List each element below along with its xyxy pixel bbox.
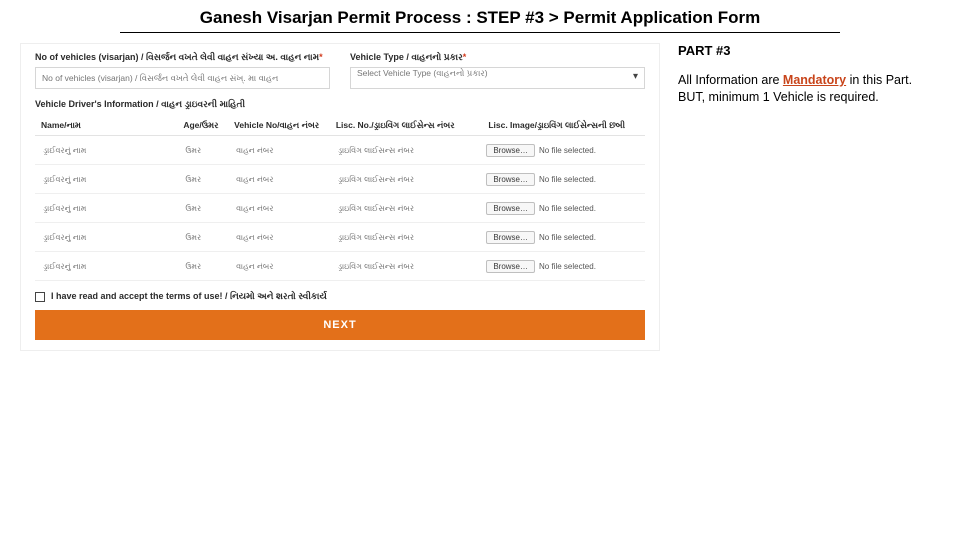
driver-table: Name/નામ Age/ઉમર Vehicle No/વાહન નંબર Li… — [35, 116, 645, 281]
driver-name-input[interactable] — [39, 227, 173, 247]
driver-age-input[interactable] — [181, 169, 224, 189]
col-licence-image: Lisc. Image/ડ્રાઇવિંગ લાઈસેન્સની છબી — [482, 116, 645, 136]
no-file-label: No file selected. — [539, 262, 596, 271]
no-file-label: No file selected. — [539, 146, 596, 155]
content-wrap: No of vehicles (visarjan) / વિસર્જન વખતે… — [0, 43, 960, 351]
browse-button[interactable]: Browse… — [486, 173, 535, 186]
col-age: Age/ઉમર — [177, 116, 228, 136]
col-name: Name/નામ — [35, 116, 177, 136]
top-row: No of vehicles (visarjan) / વિસર્જન વખતે… — [35, 52, 645, 89]
driver-age-input[interactable] — [181, 140, 224, 160]
browse-button[interactable]: Browse… — [486, 260, 535, 273]
required-asterisk: * — [463, 52, 467, 62]
no-file-label: No file selected. — [539, 233, 596, 242]
mandatory-word: Mandatory — [783, 73, 846, 87]
terms-row: I have read and accept the terms of use!… — [35, 291, 645, 302]
no-file-label: No file selected. — [539, 175, 596, 184]
licence-no-input[interactable] — [334, 198, 479, 218]
browse-button[interactable]: Browse… — [486, 202, 535, 215]
vehicle-count-label: No of vehicles (visarjan) / વિસર્જન વખતે… — [35, 52, 330, 63]
table-row: Browse… No file selected. — [35, 223, 645, 252]
vehicle-type-label-text: Vehicle Type / વાહનનો પ્રકાર — [350, 52, 463, 62]
terms-label: I have read and accept the terms of use!… — [51, 291, 327, 302]
vehicle-type-selected: Select Vehicle Type (વાહનનો પ્રકાર) — [357, 68, 488, 78]
table-row: Browse… No file selected. — [35, 252, 645, 281]
vehicle-count-group: No of vehicles (visarjan) / વિસર્જન વખતે… — [35, 52, 330, 89]
browse-button[interactable]: Browse… — [486, 144, 535, 157]
driver-info-heading: Vehicle Driver's Information / વાહન ડ્રા… — [35, 99, 645, 110]
table-row: Browse… No file selected. — [35, 165, 645, 194]
side-text-a: All Information are — [678, 73, 783, 87]
vehicle-no-input[interactable] — [232, 198, 326, 218]
required-asterisk: * — [319, 52, 323, 62]
col-vehicle-no: Vehicle No/વાહન નંબર — [228, 116, 330, 136]
driver-age-input[interactable] — [181, 256, 224, 276]
licence-no-input[interactable] — [334, 140, 479, 160]
form-panel: No of vehicles (visarjan) / વિસર્જન વખતે… — [20, 43, 660, 351]
side-notes: PART #3 All Information are Mandatory in… — [660, 43, 940, 106]
terms-checkbox[interactable] — [35, 292, 45, 302]
driver-age-input[interactable] — [181, 198, 224, 218]
driver-name-input[interactable] — [39, 140, 173, 160]
col-licence-no: Lisc. No./ડ્રાઇવિંગ લાઈસેન્સ નંબર — [330, 116, 483, 136]
licence-no-input[interactable] — [334, 256, 479, 276]
no-file-label: No file selected. — [539, 204, 596, 213]
table-header-row: Name/નામ Age/ઉમર Vehicle No/વાહન નંબર Li… — [35, 116, 645, 136]
driver-name-input[interactable] — [39, 198, 173, 218]
vehicle-no-input[interactable] — [232, 140, 326, 160]
vehicle-no-input[interactable] — [232, 169, 326, 189]
vehicle-count-input[interactable] — [35, 67, 330, 89]
vehicle-no-input[interactable] — [232, 256, 326, 276]
licence-no-input[interactable] — [334, 227, 479, 247]
driver-name-input[interactable] — [39, 169, 173, 189]
side-note-text: All Information are Mandatory in this Pa… — [678, 72, 922, 106]
licence-no-input[interactable] — [334, 169, 479, 189]
table-row: Browse… No file selected. — [35, 136, 645, 165]
next-button[interactable]: NEXT — [35, 310, 645, 340]
part-heading: PART #3 — [678, 43, 922, 58]
browse-button[interactable]: Browse… — [486, 231, 535, 244]
table-row: Browse… No file selected. — [35, 194, 645, 223]
page-title: Ganesh Visarjan Permit Process : STEP #3… — [120, 0, 840, 33]
vehicle-count-label-text: No of vehicles (visarjan) / વિસર્જન વખતે… — [35, 52, 319, 62]
driver-age-input[interactable] — [181, 227, 224, 247]
vehicle-type-label: Vehicle Type / વાહનનો પ્રકાર* — [350, 52, 645, 63]
vehicle-type-group: Vehicle Type / વાહનનો પ્રકાર* Select Veh… — [350, 52, 645, 89]
vehicle-no-input[interactable] — [232, 227, 326, 247]
driver-name-input[interactable] — [39, 256, 173, 276]
vehicle-type-select[interactable]: Select Vehicle Type (વાહનનો પ્રકાર) — [350, 67, 645, 89]
